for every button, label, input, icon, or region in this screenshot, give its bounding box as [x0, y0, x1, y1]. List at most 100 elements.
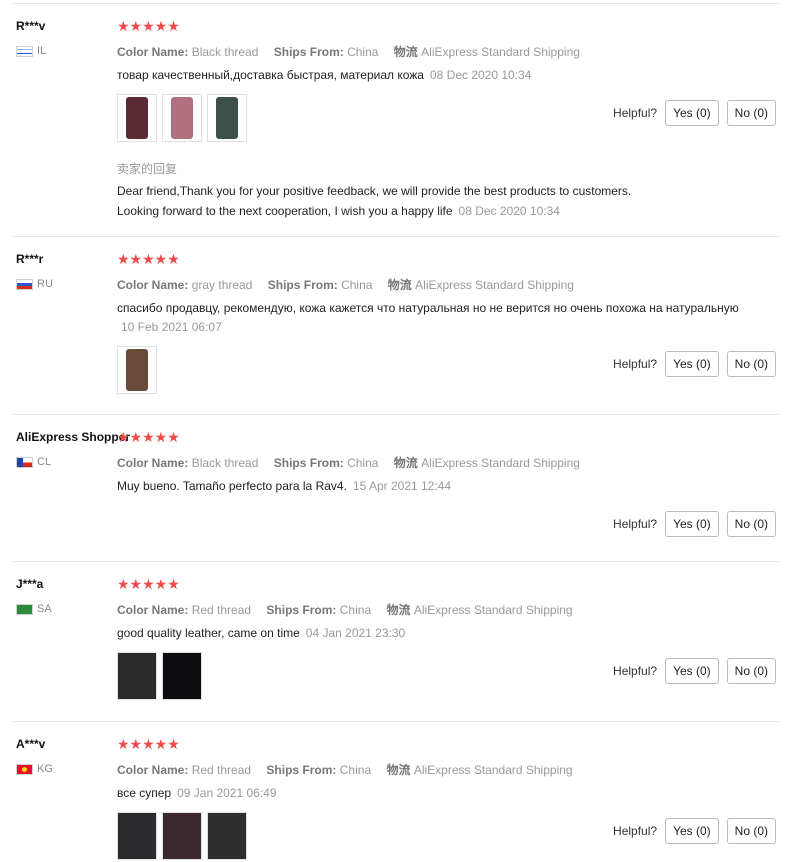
ships-from-value: China [347, 456, 379, 470]
shipping-value: AliExpress Standard Shipping [415, 278, 574, 292]
helpful-vote: Helpful? Yes (0) No (0) [613, 818, 776, 844]
seller-reply-date: 08 Dec 2020 10:34 [458, 204, 560, 218]
helpful-vote: Helpful? Yes (0) No (0) [613, 351, 776, 377]
ships-from-label: Ships From: [273, 45, 344, 59]
photo-image [171, 97, 193, 139]
review-sku-info: Color Name: Red thread Ships From: China… [117, 761, 573, 778]
flag-sa-icon [16, 603, 33, 615]
country-code: RU [37, 278, 53, 290]
shipping-label: 物流 [386, 763, 411, 777]
color-name-value: Red thread [191, 603, 252, 617]
reviewer-country: SA [16, 603, 52, 615]
reviewer-country: CL [16, 456, 51, 468]
flag-kg-icon [16, 763, 33, 775]
divider [12, 236, 780, 237]
ships-from-value: China [341, 278, 373, 292]
helpful-yes-button[interactable]: Yes (0) [665, 658, 719, 684]
ships-from-value: China [339, 603, 372, 617]
review-photo[interactable] [117, 94, 157, 142]
photo-image [126, 349, 148, 391]
divider [12, 3, 780, 4]
shipping-label: 物流 [387, 278, 412, 292]
seller-reply: Dear friend,Thank you for your positive … [117, 181, 657, 221]
helpful-yes-button[interactable]: Yes (0) [665, 351, 719, 377]
photo-image [163, 813, 201, 859]
review-date: 04 Jan 2021 23:30 [305, 626, 406, 640]
ships-from-label: Ships From: [266, 763, 337, 777]
ships-from-label: Ships From: [266, 603, 337, 617]
helpful-yes-button[interactable]: Yes (0) [665, 511, 719, 537]
review-body: все супер [117, 786, 172, 800]
color-name-label: Color Name: [117, 278, 189, 292]
review-text: товар качественный,доставка быстрая, мат… [117, 68, 531, 82]
color-name-label: Color Name: [117, 603, 189, 617]
ships-from-label: Ships From: [273, 456, 344, 470]
review-sku-info: Color Name: Red thread Ships From: China… [117, 601, 573, 618]
country-code: SA [37, 603, 52, 615]
flag-il-icon [16, 45, 33, 57]
divider [12, 721, 780, 722]
helpful-vote: Helpful? Yes (0) No (0) [613, 658, 776, 684]
flag-cl-icon [16, 456, 33, 468]
review-date: 10 Feb 2021 06:07 [121, 320, 222, 334]
helpful-yes-button[interactable]: Yes (0) [665, 100, 719, 126]
review-photos [117, 652, 202, 700]
photo-image [163, 653, 201, 699]
review-text: Muy bueno. Tamaño perfecto para la Rav4.… [117, 479, 451, 493]
seller-reply-title: 卖家的回复 [117, 162, 178, 176]
color-name-value: gray thread [191, 278, 253, 292]
shipping-value: AliExpress Standard Shipping [413, 603, 573, 617]
star-rating: ★★★★★ [117, 429, 180, 445]
review-photos [117, 812, 247, 860]
helpful-no-button[interactable]: No (0) [726, 100, 776, 126]
helpful-yes-button[interactable]: Yes (0) [665, 818, 719, 844]
reviewer-name: A***v [16, 737, 46, 751]
reviewer-name: J***a [16, 577, 44, 591]
review-photo[interactable] [117, 812, 157, 860]
color-name-value: Black thread [191, 45, 259, 59]
review-date: 08 Dec 2020 10:34 [429, 68, 532, 82]
helpful-no-button[interactable]: No (0) [726, 658, 776, 684]
shipping-label: 物流 [393, 45, 418, 59]
helpful-no-button[interactable]: No (0) [726, 818, 776, 844]
review-date: 09 Jan 2021 06:49 [177, 786, 277, 800]
color-name-value: Red thread [191, 763, 252, 777]
review-body: спасибо продавцу, рекомендую, кожа кажет… [117, 301, 739, 315]
color-name-label: Color Name: [117, 45, 189, 59]
star-rating: ★★★★★ [117, 576, 180, 592]
review-photo[interactable] [117, 346, 157, 394]
review-date: 15 Apr 2021 12:44 [352, 479, 452, 493]
helpful-vote: Helpful? Yes (0) No (0) [613, 100, 776, 126]
photo-image [216, 97, 238, 139]
helpful-no-button[interactable]: No (0) [726, 351, 776, 377]
review-sku-info: Color Name: Black thread Ships From: Chi… [117, 454, 580, 471]
review-photo[interactable] [162, 812, 202, 860]
star-rating: ★★★★★ [117, 18, 180, 34]
photo-image [118, 813, 156, 859]
review-body: Muy bueno. Tamaño perfecto para la Rav4. [117, 479, 347, 493]
review-photo[interactable] [162, 652, 202, 700]
review-sku-info: Color Name: Black thread Ships From: Chi… [117, 43, 580, 60]
ships-from-value: China [347, 45, 379, 59]
photo-image [208, 813, 246, 859]
color-name-label: Color Name: [117, 763, 189, 777]
reviewer-country: KG [16, 763, 53, 775]
helpful-label: Helpful? [613, 357, 658, 371]
shipping-value: AliExpress Standard Shipping [421, 45, 580, 59]
review-body: good quality leather, came on time [117, 626, 300, 640]
shipping-label: 物流 [386, 603, 411, 617]
reviewer-name: R***v [16, 19, 46, 33]
review-text: все супер 09 Jan 2021 06:49 [117, 786, 277, 800]
review-photo[interactable] [207, 812, 247, 860]
ships-from-value: China [339, 763, 372, 777]
divider [12, 561, 780, 562]
photo-image [126, 97, 148, 139]
country-code: KG [37, 763, 53, 775]
review-photo[interactable] [117, 652, 157, 700]
reviewer-name: R***r [16, 252, 44, 266]
helpful-label: Helpful? [613, 664, 658, 678]
review-photo[interactable] [207, 94, 247, 142]
country-code: CL [37, 456, 52, 468]
review-photo[interactable] [162, 94, 202, 142]
helpful-no-button[interactable]: No (0) [726, 511, 776, 537]
